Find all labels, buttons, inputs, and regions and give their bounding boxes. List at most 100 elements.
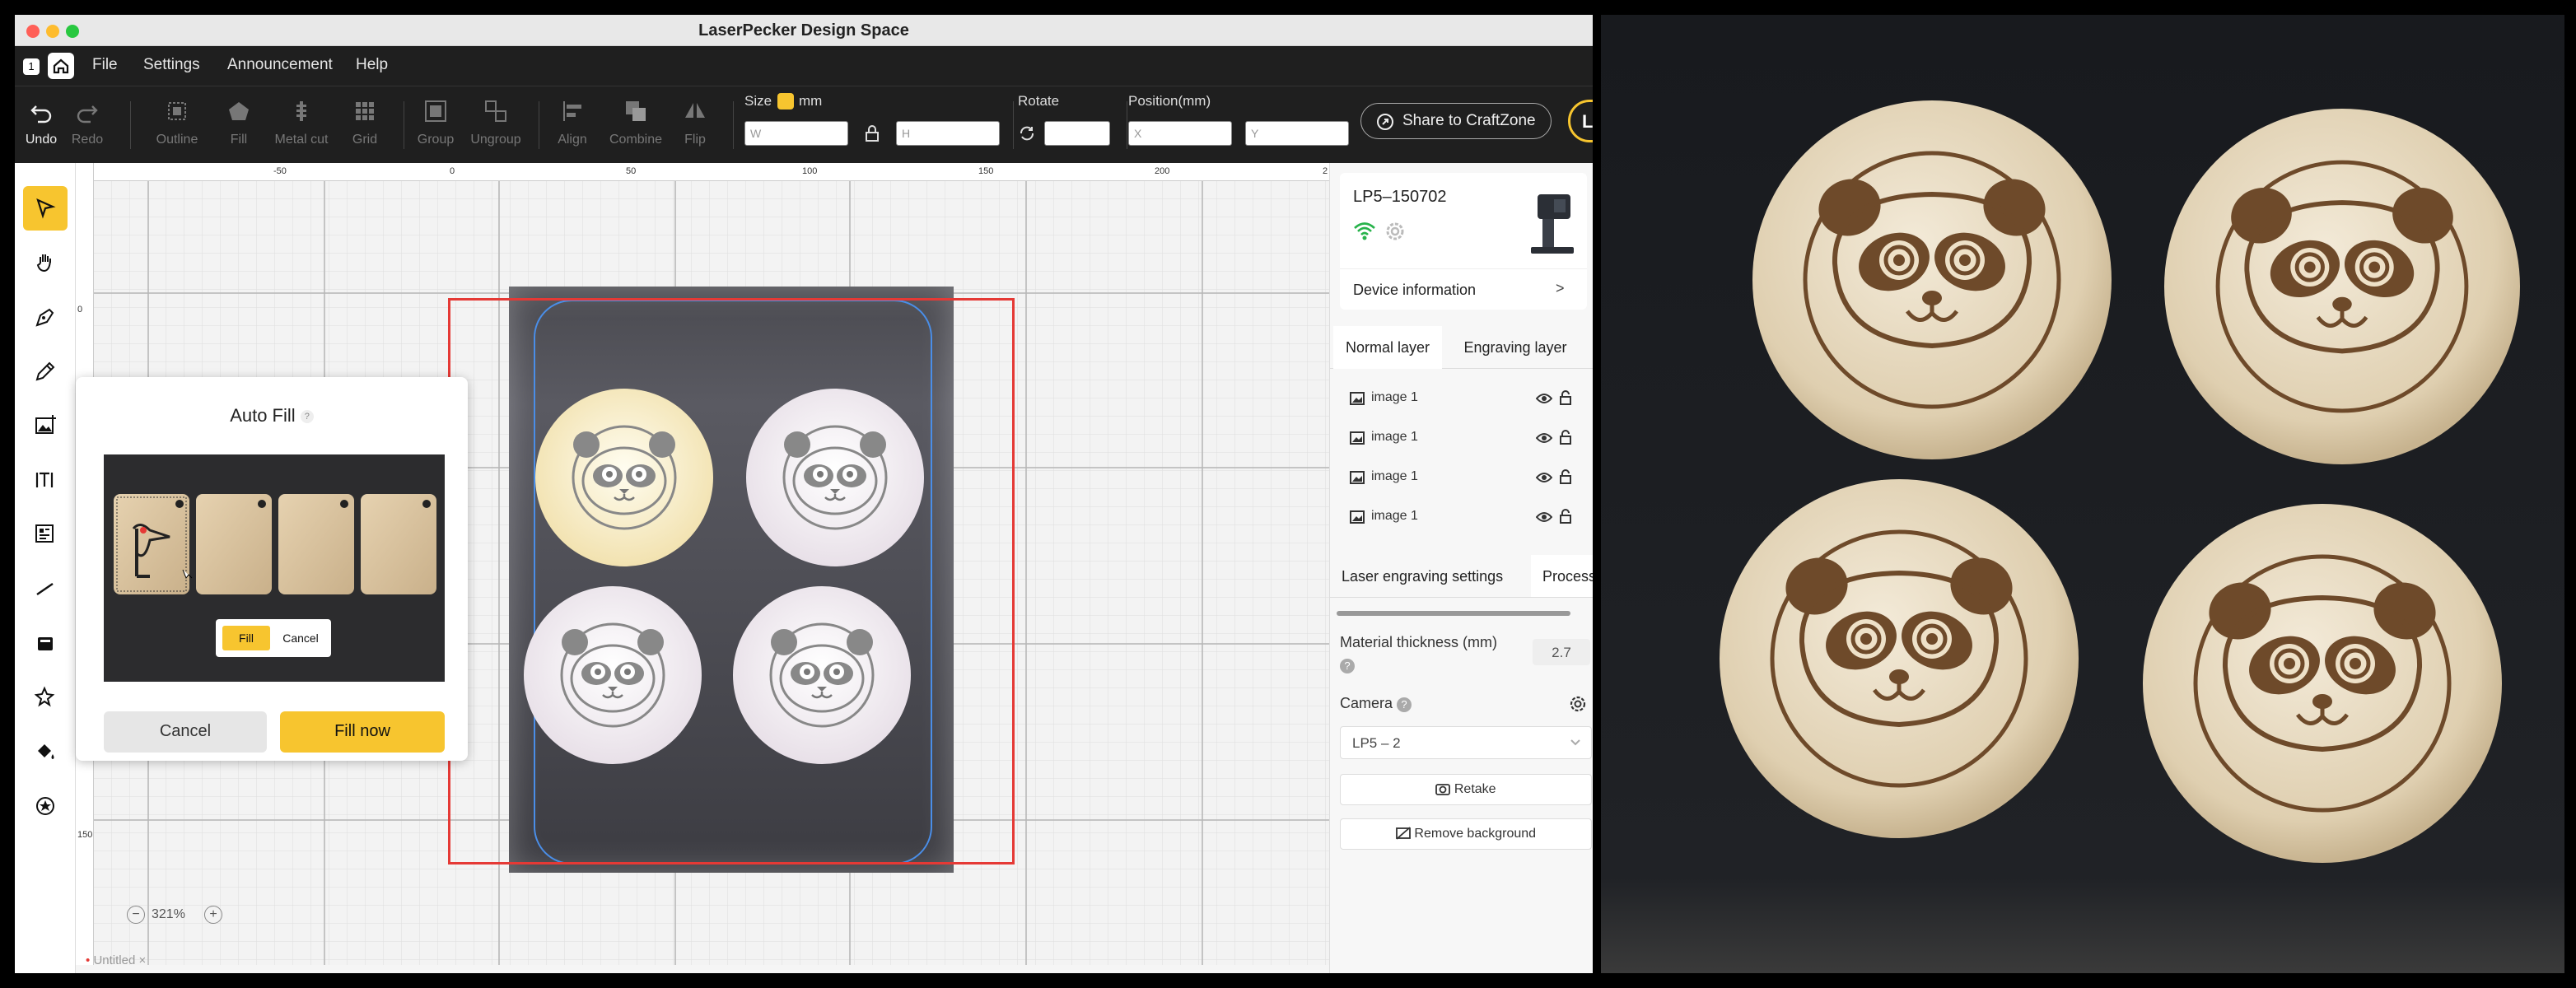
menu-announcement[interactable]: Announcement (227, 56, 333, 74)
group-button[interactable]: Group (410, 86, 461, 164)
material-tool[interactable] (23, 621, 68, 665)
fill-tool-button[interactable]: Fill (217, 86, 260, 164)
eye-icon[interactable] (1536, 393, 1552, 404)
auto-fill-tool[interactable] (23, 729, 68, 774)
trace-tool[interactable] (23, 675, 68, 720)
notification-badge[interactable]: 1 (23, 58, 40, 75)
help-icon[interactable]: ? (300, 410, 314, 424)
tags-preview-illustration (114, 494, 436, 657)
coaster-top-right (2164, 109, 2520, 464)
unit-lock-icon[interactable] (777, 93, 794, 110)
document-tab[interactable]: • Untitled × (86, 953, 146, 967)
image-tool[interactable] (23, 403, 68, 448)
text-icon (35, 472, 54, 487)
wifi-icon (1354, 222, 1375, 240)
window-title: LaserPecker Design Space (698, 21, 909, 40)
menu-settings[interactable]: Settings (143, 56, 200, 74)
tab-engraving-layer[interactable]: Engraving layer (1454, 326, 1577, 369)
qr-code-icon (35, 524, 54, 543)
rotate-input[interactable] (1044, 121, 1110, 146)
ruler-top[interactable]: -50 0 50 100 150 200 2 (76, 163, 1329, 181)
flip-button[interactable]: Flip (674, 86, 716, 164)
layer-item[interactable]: image 1 (1350, 422, 1572, 454)
remove-background-button[interactable]: Remove background (1340, 818, 1592, 850)
toolbar: Undo Redo Outline Fill Metal cut Grid Gr… (15, 86, 1593, 163)
pan-tool[interactable] (23, 240, 68, 285)
outline-button[interactable]: Outline (147, 86, 208, 164)
tab-laser-engraving-settings[interactable]: Laser engraving settings (1342, 568, 1503, 585)
retake-button[interactable]: Retake (1340, 774, 1592, 805)
coaster-bottom-left (1720, 479, 2079, 838)
metal-cut-button[interactable]: Metal cut (267, 86, 336, 164)
y-position-input[interactable]: Y (1245, 121, 1349, 146)
auto-fill-dialog: Auto Fill ? Fill Cancel Cancel Fill now (76, 377, 468, 761)
layer-item[interactable]: image 1 (1350, 382, 1572, 415)
text-tool[interactable] (23, 458, 68, 502)
barcode-tool[interactable] (23, 512, 68, 557)
close-tab-icon[interactable]: × (138, 953, 146, 967)
align-button[interactable]: Align (547, 86, 598, 164)
pencil-tool[interactable] (23, 349, 68, 394)
horizontal-scrollbar[interactable] (1337, 611, 1570, 616)
lock-icon[interactable] (1559, 509, 1572, 524)
redo-button[interactable]: Redo (66, 86, 109, 164)
eye-icon[interactable] (1536, 472, 1552, 483)
unit-label[interactable]: mm (799, 93, 822, 110)
lock-icon[interactable] (1559, 430, 1572, 445)
grid-button[interactable]: Grid (339, 86, 390, 164)
title-bar: LaserPecker Design Space (15, 15, 1593, 46)
line-tool[interactable] (23, 566, 68, 611)
image-remove-icon (1396, 827, 1411, 840)
lock-icon[interactable] (1559, 469, 1572, 484)
image-icon (1350, 392, 1365, 405)
laser-button[interactable]: La (1568, 100, 1593, 142)
zoom-in-button[interactable]: + (204, 906, 222, 924)
select-tool[interactable] (23, 186, 68, 231)
menu-help[interactable]: Help (356, 56, 388, 74)
preview-cancel-button: Cancel (282, 631, 319, 645)
help-icon[interactable]: ? (1340, 659, 1355, 673)
eye-icon[interactable] (1536, 432, 1552, 444)
home-icon[interactable] (48, 53, 74, 79)
fill-shape-icon (229, 102, 249, 120)
tab-process[interactable]: Process (1531, 555, 1593, 597)
camera-settings-icon[interactable] (1569, 695, 1587, 713)
material-thickness-input[interactable]: 2.7 (1533, 639, 1590, 665)
tab-normal-layer[interactable]: Normal layer (1333, 326, 1442, 369)
width-input[interactable]: W (744, 121, 848, 146)
gear-icon[interactable] (1384, 221, 1406, 242)
undo-button[interactable]: Undo (20, 86, 63, 164)
layer-item[interactable]: image 1 (1350, 461, 1572, 494)
rotate-icon[interactable] (1018, 124, 1036, 142)
pen-nib-icon (35, 308, 54, 327)
chevron-down-icon (1570, 739, 1580, 746)
size-label: Size (744, 93, 772, 109)
ratio-lock-icon[interactable] (863, 124, 881, 142)
pen-tool[interactable] (23, 295, 68, 339)
ungroup-button[interactable]: Ungroup (466, 86, 525, 164)
combine-icon (626, 101, 646, 121)
settings-tabs: Laser engraving settings Process (1330, 555, 1593, 598)
device-information-link[interactable]: Device information (1353, 282, 1476, 299)
camera-icon (1435, 784, 1451, 795)
device-name: LP5–150702 (1353, 188, 1447, 206)
x-position-input[interactable]: X (1128, 121, 1232, 146)
zoom-out-button[interactable]: − (127, 906, 145, 924)
effects-tool[interactable] (23, 784, 68, 828)
menu-file[interactable]: File (92, 56, 118, 74)
cancel-button[interactable]: Cancel (104, 711, 267, 753)
share-craftzone-button[interactable]: Share to CraftZone (1360, 103, 1552, 139)
camera-select[interactable]: LP5 – 2 (1340, 726, 1592, 759)
outline-icon (168, 102, 186, 120)
lock-icon[interactable] (1559, 390, 1572, 405)
eye-icon[interactable] (1536, 511, 1552, 523)
undo-icon (30, 105, 52, 124)
help-icon[interactable]: ? (1397, 697, 1412, 712)
layer-item[interactable]: image 1 (1350, 501, 1572, 534)
combine-button[interactable]: Combine (601, 86, 670, 164)
height-input[interactable]: H (896, 121, 1000, 146)
chevron-right-icon[interactable]: > (1556, 280, 1565, 297)
coaster-top-left (1752, 100, 2112, 459)
align-icon (563, 101, 581, 121)
fill-now-button[interactable]: Fill now (280, 711, 445, 753)
